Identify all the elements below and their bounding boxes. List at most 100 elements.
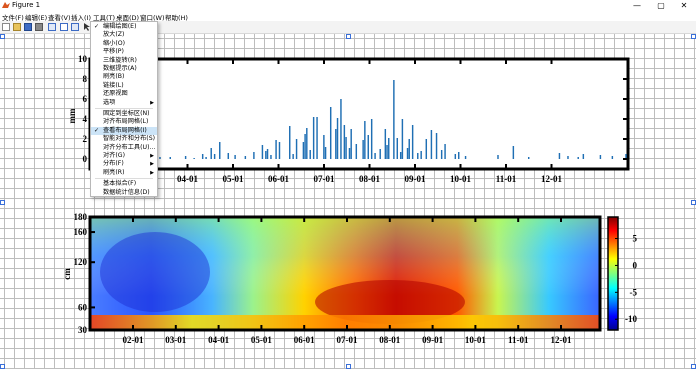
context-menu-item[interactable]: 刷亮(B) <box>91 73 157 82</box>
insert-colorbar-icon[interactable] <box>60 23 68 31</box>
bar <box>159 157 161 159</box>
context-menu-item[interactable]: 智能对齐和分布(S) <box>91 135 157 144</box>
x-tick-label: 07-01 <box>314 174 335 184</box>
context-menu-item-label: 还原视图 <box>103 90 128 98</box>
x-tick-label: 10-01 <box>450 174 471 184</box>
bar <box>364 121 366 159</box>
context-menu-item[interactable]: 对齐分布工具(U)... <box>91 144 157 153</box>
bar <box>316 117 318 159</box>
bar <box>201 154 204 159</box>
bar <box>577 157 579 159</box>
submenu-arrow-icon: ▶ <box>150 99 154 106</box>
bar <box>417 153 419 159</box>
x-tick-label: 11-01 <box>508 335 529 345</box>
bar <box>367 135 369 159</box>
bar <box>169 157 171 159</box>
selection-handle[interactable] <box>691 364 696 369</box>
context-menu-item[interactable]: 对齐布局网格(L) <box>91 118 157 127</box>
bar-axes-box <box>88 57 630 171</box>
soil-temperature-heatmap[interactable]: 30 60 120 160 180 02-01 03-01 04-01 05-01 06-01 0… <box>60 212 640 357</box>
y-tick-label: 8 <box>83 74 88 84</box>
x-tick-label: 02-01 <box>123 335 144 345</box>
bar <box>558 153 561 159</box>
context-menu-item[interactable]: 缩小(O) <box>91 40 157 49</box>
context-menu-item-label: 选项 <box>103 98 116 106</box>
selection-handle[interactable] <box>691 34 696 39</box>
bar <box>370 119 373 159</box>
colorbar[interactable] <box>607 216 619 331</box>
bar <box>275 140 277 159</box>
context-menu-item-label: 平移(P) <box>103 48 124 56</box>
context-menu-item[interactable]: 选项 ▶ <box>91 99 157 108</box>
close-button[interactable]: ✕ <box>673 0 695 11</box>
bar <box>345 137 347 159</box>
context-menu-item[interactable]: 基本拟合(F) <box>91 180 157 189</box>
bar <box>527 157 530 159</box>
heatmap-ylabel: cm <box>62 268 72 280</box>
y-tick-label: 4 <box>83 114 88 124</box>
save-icon[interactable] <box>24 23 32 31</box>
context-menu-item[interactable]: 对齐(G) ▶ <box>91 152 157 161</box>
bar <box>234 155 236 159</box>
selection-handle[interactable] <box>691 200 696 205</box>
bar <box>408 139 410 159</box>
bar <box>425 139 428 159</box>
open-file-icon[interactable] <box>13 23 21 31</box>
context-menu-item[interactable]: 放大(Z) <box>91 31 157 40</box>
bar <box>302 142 305 159</box>
context-menu-item[interactable]: 刷亮(R) ▶ <box>91 169 157 178</box>
y-tick-label: 10 <box>78 54 88 64</box>
bar <box>340 99 342 159</box>
maximize-button[interactable]: ▢ <box>650 0 672 11</box>
selection-handle[interactable] <box>346 34 351 39</box>
heatmap-surface-band <box>90 315 600 330</box>
context-menu-item[interactable]: 数据提示(A) <box>91 65 157 74</box>
selection-handle[interactable] <box>0 34 5 39</box>
context-menu-item[interactable]: 三维旋转(R) <box>91 57 157 66</box>
bar <box>278 142 281 159</box>
bar <box>244 156 247 159</box>
minimize-button[interactable]: — <box>626 0 648 11</box>
bar <box>261 145 264 159</box>
link-plot-icon[interactable] <box>48 23 56 31</box>
bar <box>396 138 399 159</box>
context-menu-item[interactable]: 还原视图 <box>91 90 157 99</box>
y-tick-label: 120 <box>74 257 88 267</box>
bar <box>388 138 390 159</box>
selection-handle[interactable] <box>0 200 5 205</box>
bar <box>253 152 255 159</box>
new-figure-icon[interactable] <box>2 23 10 31</box>
x-tick-label: 05-01 <box>223 174 244 184</box>
title-bar: Figure 1 — ▢ ✕ <box>0 0 696 11</box>
submenu-arrow-icon: ▶ <box>150 153 154 159</box>
bar <box>205 157 207 159</box>
bar <box>355 144 358 159</box>
x-tick-label: 09-01 <box>422 335 443 345</box>
heatmap-cold-core <box>100 232 210 312</box>
bar <box>430 130 433 159</box>
bar <box>386 145 388 159</box>
context-menu-item[interactable]: ✓ 编辑绘图(E) <box>91 23 157 32</box>
bar <box>384 129 387 159</box>
context-menu-item[interactable]: 数据统计信息(D) <box>91 189 157 198</box>
selection-handle[interactable] <box>0 364 5 369</box>
check-icon: ✓ <box>94 23 100 30</box>
bar <box>435 133 438 159</box>
x-tick-label: 06-01 <box>268 174 289 184</box>
context-menu-item[interactable]: 平移(P) <box>91 48 157 57</box>
context-menu-item-label: 三维旋转(R) <box>103 56 137 64</box>
bar <box>324 147 327 159</box>
bar <box>411 125 414 159</box>
x-tick-label: 08-01 <box>379 335 400 345</box>
bar <box>420 151 422 159</box>
bar <box>406 148 409 159</box>
print-icon[interactable] <box>35 23 43 31</box>
bar <box>309 150 311 159</box>
context-menu-item-label: 基本拟合(F) <box>103 180 137 188</box>
bar <box>512 146 515 159</box>
y-tick-label: 180 <box>74 212 88 222</box>
insert-legend-icon[interactable] <box>71 23 79 31</box>
bar <box>362 140 364 159</box>
context-menu-item[interactable]: 分布(F) ▶ <box>91 160 157 169</box>
selection-handle[interactable] <box>346 364 351 369</box>
